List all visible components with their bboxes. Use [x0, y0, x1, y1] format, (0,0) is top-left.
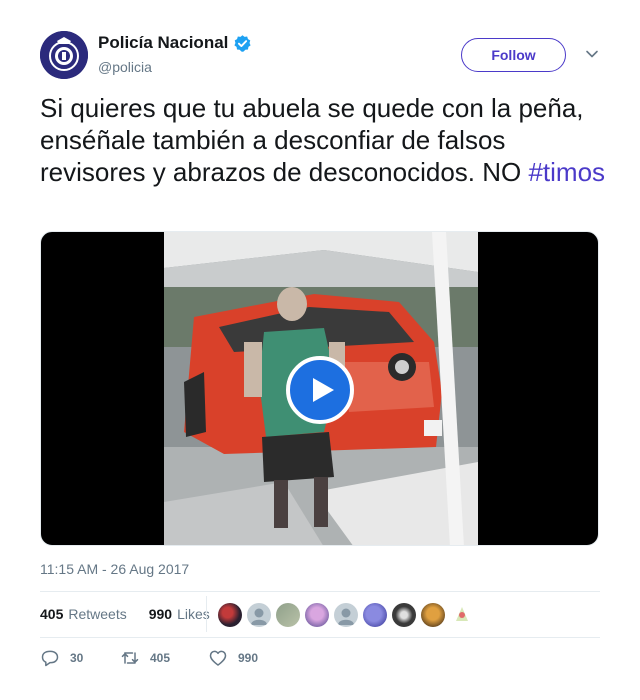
author-name-row: Policía Nacional: [98, 32, 252, 54]
reply-button[interactable]: 30: [40, 648, 120, 668]
verified-badge-icon: [234, 34, 251, 52]
like-count: 990: [238, 651, 259, 665]
tweet-card: Policía Nacional @policia Follow Si quie…: [0, 0, 640, 700]
likes-count[interactable]: 990: [149, 606, 172, 622]
tweet-timestamp[interactable]: 11:15 AM - 26 Aug 2017: [40, 561, 189, 577]
handle[interactable]: @policia: [98, 59, 152, 75]
liker-avatar[interactable]: [218, 603, 242, 627]
liker-avatar[interactable]: [276, 603, 300, 627]
cartoon-avatar-icon: [456, 607, 468, 621]
reply-count: 30: [70, 651, 84, 665]
tweet-text: Si quieres que tu abuela se quede con la…: [40, 92, 610, 188]
engagement-stats: 405 Retweets 990 Likes: [40, 606, 210, 622]
follow-button[interactable]: Follow: [461, 38, 566, 72]
liker-avatar[interactable]: [305, 603, 329, 627]
play-icon: [312, 378, 334, 402]
chevron-down-icon[interactable]: [585, 47, 599, 61]
like-button[interactable]: 990: [208, 648, 258, 668]
liker-avatar[interactable]: [392, 603, 416, 627]
video-player[interactable]: [40, 231, 599, 546]
retweet-button[interactable]: 405: [120, 648, 208, 668]
default-profile-icon: [251, 608, 267, 625]
heart-icon: [209, 650, 227, 666]
divider: [40, 637, 600, 638]
liker-avatars: [218, 603, 479, 627]
avatar[interactable]: [40, 31, 88, 79]
retweet-icon: [121, 652, 139, 664]
reply-icon: [41, 650, 59, 667]
stats-separator: [206, 596, 207, 632]
retweets-count[interactable]: 405: [40, 606, 63, 622]
liker-avatar[interactable]: [450, 603, 474, 627]
liker-avatar[interactable]: [363, 603, 387, 627]
retweets-label[interactable]: Retweets: [68, 606, 126, 622]
liker-avatar[interactable]: [247, 603, 271, 627]
liker-avatar[interactable]: [421, 603, 445, 627]
likes-label[interactable]: Likes: [177, 606, 210, 622]
police-crest-icon: [40, 31, 88, 79]
liker-avatar[interactable]: [334, 603, 358, 627]
retweet-count: 405: [150, 651, 171, 665]
play-button[interactable]: [286, 356, 354, 424]
hashtag-link[interactable]: #timos: [528, 157, 605, 187]
display-name[interactable]: Policía Nacional: [98, 33, 228, 53]
tweet-actions: 30 405 990: [40, 648, 258, 668]
divider: [40, 591, 600, 592]
default-profile-icon: [338, 608, 354, 625]
tweet-text-main: Si quieres que tu abuela se quede con la…: [40, 93, 584, 187]
